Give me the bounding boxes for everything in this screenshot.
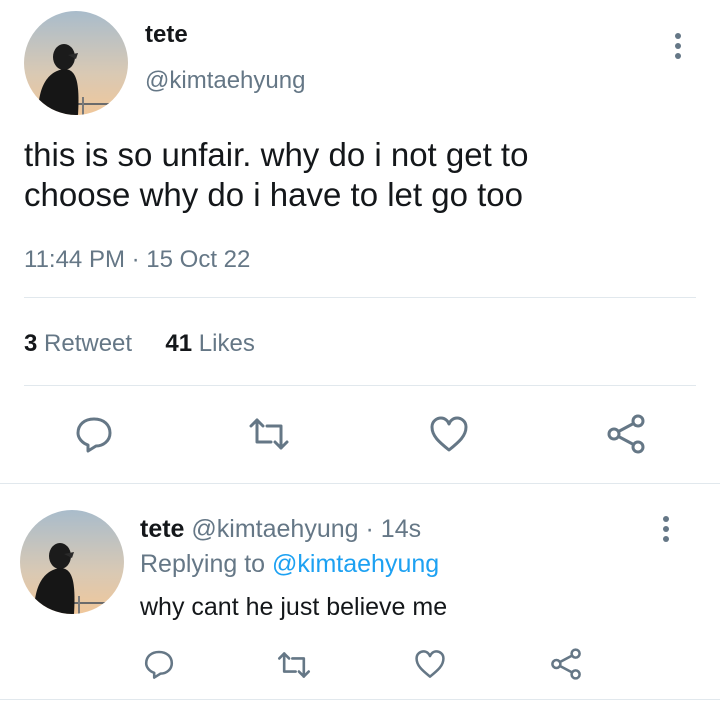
author-handle[interactable]: @kimtaehyung (145, 67, 305, 95)
replying-to-link[interactable]: @kimtaehyung (272, 550, 439, 578)
reply-author-name[interactable]: tete (140, 515, 184, 543)
meta-separator: · (365, 515, 374, 543)
reply-icon[interactable] (143, 648, 175, 680)
retweet-label: Retweet (44, 330, 133, 357)
retweet-icon[interactable] (276, 650, 312, 680)
retweet-stat[interactable]: 3 Retweet (24, 330, 132, 357)
avatar[interactable] (20, 510, 124, 614)
replying-to: Replying to @kimtaehyung (140, 550, 439, 579)
divider (24, 297, 696, 298)
tweet-timestamp[interactable]: 11:44 PM · 15 Oct 22 (24, 246, 250, 274)
divider (0, 699, 720, 700)
tweet-time: 11:44 PM (24, 246, 125, 273)
more-vertical-icon[interactable] (656, 516, 676, 542)
divider (0, 483, 720, 484)
retweet-count: 3 (24, 330, 38, 357)
tweet-stats: 3 Retweet 41 Likes (24, 330, 255, 358)
tweet-text: this is so unfair. why do i not get to c… (24, 136, 529, 213)
author-name[interactable]: tete (145, 21, 188, 49)
divider (24, 385, 696, 386)
likes-label: Likes (198, 330, 255, 357)
more-vertical-icon[interactable] (668, 33, 688, 59)
reply-age[interactable]: 14s (381, 515, 421, 543)
reply-icon[interactable] (74, 414, 114, 454)
meta-separator: · (131, 246, 140, 273)
heart-icon[interactable] (414, 649, 446, 679)
share-icon[interactable] (550, 648, 582, 680)
reply-text: why cant he just believe me (140, 593, 448, 621)
retweet-icon[interactable] (247, 416, 291, 452)
tweet-date: 15 Oct 22 (146, 246, 251, 273)
replying-to-label: Replying to (140, 550, 266, 578)
reply-author-handle[interactable]: @kimtaehyung (191, 515, 358, 543)
share-icon[interactable] (606, 414, 646, 454)
avatar[interactable] (24, 11, 128, 115)
reply-header: tete @kimtaehyung · 14s (140, 515, 421, 544)
likes-count: 41 (165, 330, 193, 357)
heart-icon[interactable] (429, 415, 469, 453)
likes-stat[interactable]: 41 Likes (165, 330, 254, 357)
